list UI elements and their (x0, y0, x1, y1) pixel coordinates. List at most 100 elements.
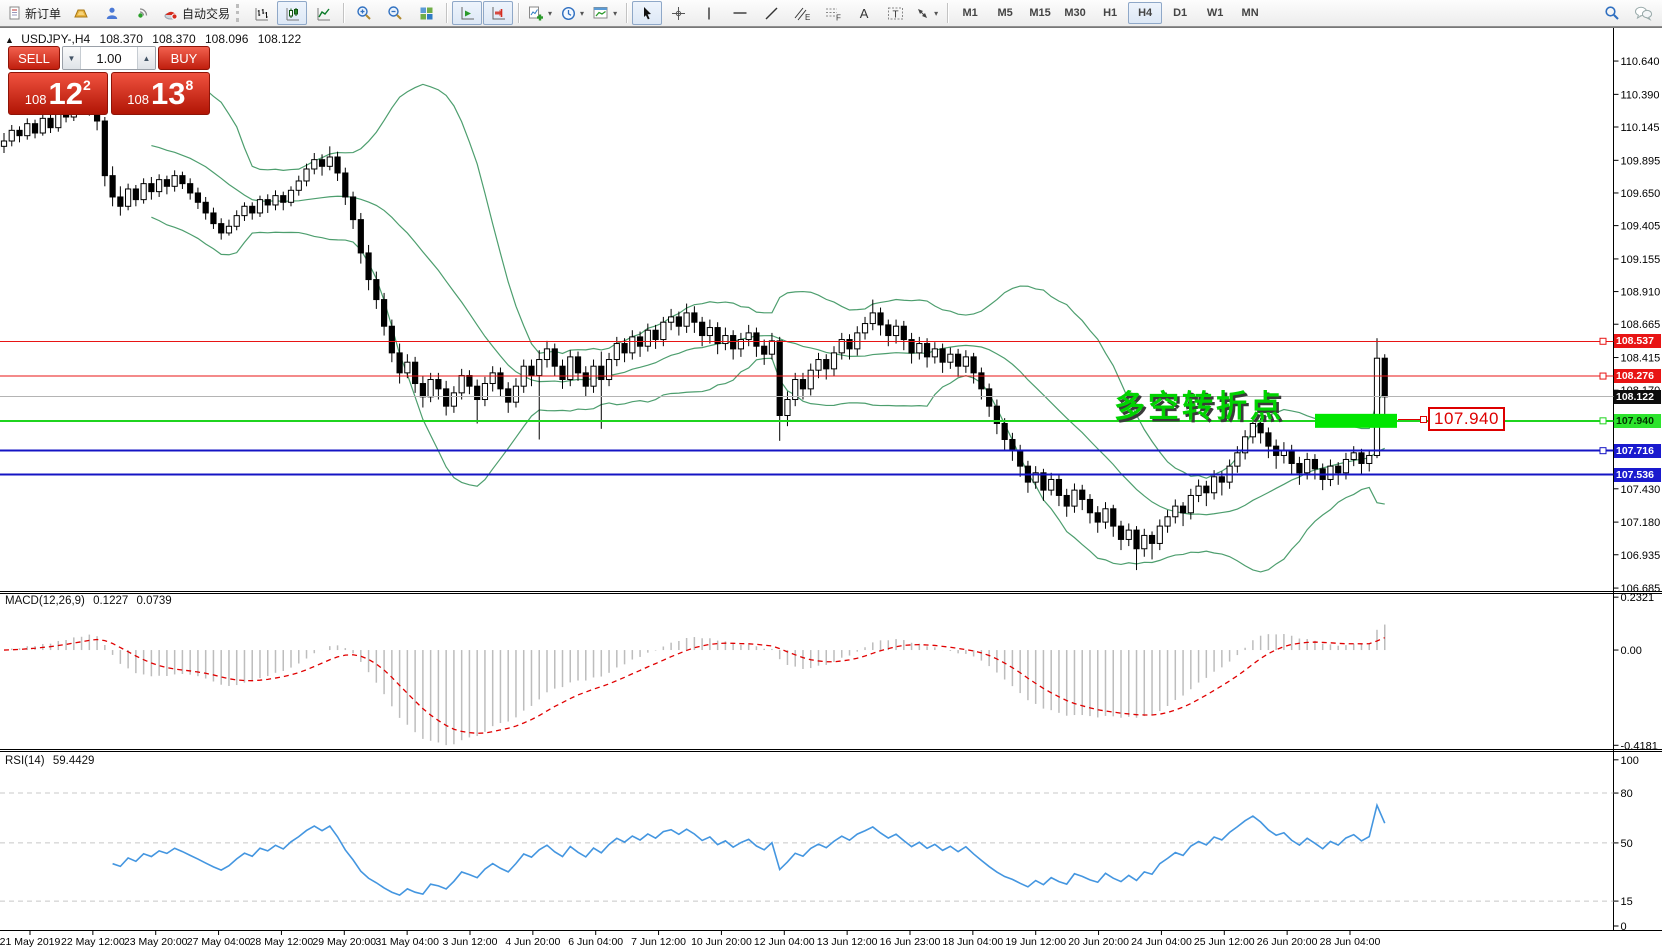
zoom-out-button[interactable] (380, 1, 410, 25)
auto-scroll-button[interactable] (452, 1, 482, 25)
chart-canvas[interactable]: 110.640110.390110.145109.895109.650109.4… (0, 0, 1662, 950)
horizontal-line-button[interactable] (725, 1, 755, 25)
symbol-info: ▲ USDJPY-,H4 108.370 108.370 108.096 108… (5, 32, 307, 46)
search-button[interactable] (1597, 1, 1627, 25)
bar-close-value: 108.122 (258, 32, 301, 46)
line-handle-icon[interactable] (1600, 448, 1606, 454)
time-tick-label[interactable]: 27 May 04:00 (187, 936, 251, 948)
periods-button[interactable]: ▾ (557, 1, 588, 25)
candlestick-chart-button[interactable] (277, 1, 307, 25)
candle-bull (707, 328, 712, 336)
rsi-tick-label: 100 (1621, 755, 1639, 767)
chart-annotation-text[interactable]: 多空转折点 (1114, 381, 1284, 426)
line-chart-button[interactable] (308, 1, 338, 25)
candle-bear (389, 326, 394, 353)
timeframe-button-M15[interactable]: M15 (1023, 2, 1057, 24)
zoom-in-button[interactable] (349, 1, 379, 25)
time-tick-label[interactable]: 24 Jun 04:00 (1131, 936, 1192, 948)
time-tick-label[interactable]: 26 Jun 20:00 (1257, 936, 1318, 948)
timeframe-button-D1[interactable]: D1 (1163, 2, 1197, 24)
crosshair-button[interactable] (663, 1, 693, 25)
chat-button[interactable] (1628, 1, 1658, 25)
time-tick-label[interactable]: 19 Jun 12:00 (1005, 936, 1066, 948)
flag-handle-icon[interactable] (1420, 416, 1427, 423)
sell-price-button[interactable]: 108 12 2 (8, 72, 108, 115)
time-tick-label[interactable]: 3 Jun 12:00 (443, 936, 498, 948)
tile-windows-button[interactable] (411, 1, 441, 25)
candle-bull (614, 344, 619, 360)
sell-button[interactable]: SELL (8, 46, 60, 70)
time-tick-label[interactable]: 4 Jun 20:00 (505, 936, 560, 948)
time-tick-label[interactable]: 22 May 12:00 (61, 936, 125, 948)
candlestick-series (1, 85, 1387, 570)
fibonacci-button[interactable]: F (818, 1, 848, 25)
text-button[interactable]: A (849, 1, 879, 25)
time-tick-label[interactable]: 7 Jun 12:00 (631, 936, 686, 948)
candle-bull (296, 181, 301, 190)
templates-button[interactable]: ▾ (589, 1, 621, 25)
timeframe-button-M5[interactable]: M5 (988, 2, 1022, 24)
buy-button[interactable]: BUY (158, 46, 210, 70)
candle-bull (428, 380, 433, 397)
time-tick-label[interactable]: 10 Jun 20:00 (691, 936, 752, 948)
candle-bull (870, 313, 875, 324)
signal-button[interactable] (128, 1, 158, 25)
time-tick-label[interactable]: 20 Jun 20:00 (1068, 936, 1129, 948)
time-tick-label[interactable]: 25 Jun 12:00 (1194, 936, 1255, 948)
time-tick-label[interactable]: 16 Jun 23:00 (880, 936, 941, 948)
timeframe-button-M30[interactable]: M30 (1058, 2, 1092, 24)
new-order-button[interactable]: 新订单 (4, 1, 65, 25)
timeframe-button-W1[interactable]: W1 (1198, 2, 1232, 24)
line-handle-icon[interactable] (1600, 373, 1606, 379)
price-badge-108.537: 108.537 (1614, 334, 1661, 348)
time-tick-label[interactable]: 6 Jun 04:00 (568, 936, 623, 948)
time-tick-label[interactable]: 28 May 12:00 (250, 936, 314, 948)
line-handle-icon[interactable] (1600, 338, 1606, 344)
time-tick-label[interactable]: 13 Jun 12:00 (817, 936, 878, 948)
rsi-tick-label: 50 (1621, 838, 1633, 850)
volume-decrease-button[interactable]: ▼ (63, 47, 81, 69)
buy-price-button[interactable]: 108 13 8 (111, 72, 211, 115)
arrows-button[interactable]: ▾ (911, 1, 942, 25)
candle-bear (979, 373, 984, 389)
time-tick-label[interactable]: 21 May 2019 (0, 936, 61, 948)
rsi-label: RSI(14) (5, 755, 45, 767)
line-handle-icon[interactable] (1600, 418, 1606, 424)
time-tick-label[interactable]: 12 Jun 04:00 (754, 936, 815, 948)
volume-input[interactable] (81, 47, 137, 69)
volume-increase-button[interactable]: ▲ (137, 47, 155, 69)
text-label-icon: T (887, 6, 904, 21)
time-tick-label[interactable]: 18 Jun 04:00 (942, 936, 1003, 948)
auto-trading-button[interactable]: 自动交易 (159, 1, 234, 25)
time-tick-label[interactable]: 29 May 20:00 (312, 936, 376, 948)
chart-shift-button[interactable] (483, 1, 513, 25)
new-order-icon (8, 6, 22, 20)
bar-chart-button[interactable] (246, 1, 276, 25)
equidistant-channel-button[interactable]: E (787, 1, 817, 25)
green-zone-rectangle[interactable] (1315, 414, 1397, 428)
price-flag-107940[interactable]: 107.940 (1398, 407, 1505, 431)
price-tick-label: 107.180 (1621, 517, 1661, 529)
candle-bear (250, 206, 255, 213)
vertical-line-button[interactable] (694, 1, 724, 25)
timeframe-button-M1[interactable]: M1 (953, 2, 987, 24)
candle-bull (932, 349, 937, 357)
auto-scroll-icon (460, 6, 475, 21)
collapse-triangle-icon[interactable]: ▲ (5, 35, 14, 45)
symbol-period-label: USDJPY-,H4 (21, 32, 90, 46)
trader-person-icon (105, 6, 119, 20)
ingot-button[interactable] (66, 1, 96, 25)
community-button[interactable] (97, 1, 127, 25)
macd-histogram (4, 625, 1385, 746)
timeframe-button-MN[interactable]: MN (1233, 2, 1267, 24)
indicators-button[interactable]: ▾ (524, 1, 556, 25)
timeframe-button-H1[interactable]: H1 (1093, 2, 1127, 24)
candle-bull (242, 206, 247, 215)
timeframe-button-H4[interactable]: H4 (1128, 2, 1162, 24)
time-tick-label[interactable]: 31 May 04:00 (375, 936, 439, 948)
time-tick-label[interactable]: 28 Jun 04:00 (1320, 936, 1381, 948)
trendline-button[interactable] (756, 1, 786, 25)
text-label-button[interactable]: T (880, 1, 910, 25)
cursor-button[interactable] (632, 1, 662, 25)
time-tick-label[interactable]: 23 May 20:00 (124, 936, 188, 948)
